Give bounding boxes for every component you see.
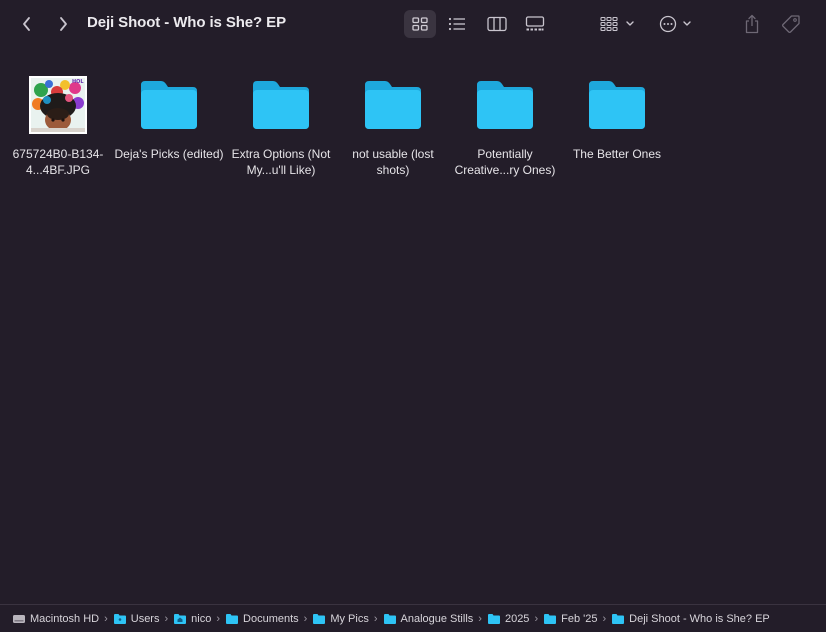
chevron-right-icon [60,17,67,31]
crumb-label: Macintosh HD [30,612,100,625]
folder-icon [337,70,449,140]
hard-drive-icon [12,613,26,625]
folder-icon [449,70,561,140]
folder-icon [543,613,557,625]
tag-icon [782,15,800,33]
path-crumb-documents[interactable]: Documents [225,613,299,625]
share-icon [745,14,759,34]
users-folder-icon [113,613,127,625]
view-switcher [404,10,551,38]
grid-icon [412,17,428,31]
back-button[interactable] [15,12,39,36]
forward-button[interactable] [51,12,75,36]
image-thumbnail-icon: HOL [29,76,87,134]
path-crumb-feb-25[interactable]: Feb '25 [543,613,597,625]
gallery-view-button[interactable] [519,10,551,38]
finder-window: Deji Shoot - Who is She? EP HOL 675724B0… [0,0,826,632]
folder-icon [487,613,501,625]
crumb-label: nico [191,612,212,625]
crumb-label: Feb '25 [561,612,598,625]
path-crumb-analogue-stills[interactable]: Analogue Stills [383,612,474,625]
icon-view-button[interactable] [404,10,436,38]
file-label: 675724B0-B134-4...4BF.JPG [12,147,104,177]
group-grid-icon [600,16,634,32]
folder-item[interactable]: Deja's Picks (edited) [113,70,225,162]
path-crumb-2025[interactable]: 2025 [487,613,529,625]
folder-label: The Better Ones [572,147,662,161]
chevron-right-icon: › [164,612,169,625]
folder-icon [383,613,397,625]
chevron-right-icon: › [104,612,108,625]
crumb-label: Documents [243,612,299,625]
path-crumb-nico[interactable]: nico [173,613,211,625]
list-view-button[interactable] [441,10,473,38]
columns-icon [487,16,507,32]
column-view-button[interactable] [481,10,513,38]
crumb-label: Deji Shoot - Who is She? EP [629,612,770,625]
toolbar: Deji Shoot - Who is She? EP [0,0,826,48]
folder-item[interactable]: not usable (lost shots) [337,70,449,178]
crumb-label: Users [130,612,160,625]
image-thumbnail: HOL [2,70,114,140]
chevron-left-icon [23,17,30,31]
chevron-right-icon: › [534,612,539,625]
group-by-button[interactable] [598,10,638,38]
tag-button[interactable] [778,10,804,38]
folder-label: Extra Options (Not My...u'll Like) [231,147,331,177]
crumb-label: 2025 [504,612,530,625]
folder-icon [225,70,337,140]
path-crumb-users[interactable]: Users [113,612,160,625]
gallery-icon [525,16,545,31]
path-bar: Macintosh HD › Users › nico › Documents … [0,604,826,632]
svg-text:HOL: HOL [72,79,84,85]
action-menu-button[interactable] [657,10,695,38]
chevron-right-icon: › [602,612,607,625]
path-crumb-my-pics[interactable]: My Pics [312,613,369,625]
folder-icon [312,613,326,625]
folder-label: not usable (lost shots) [352,147,434,177]
folder-item[interactable]: Potentially Creative...ry Ones) [449,70,561,178]
home-folder-icon [173,613,187,625]
window-title: Deji Shoot - Who is She? EP [87,14,286,31]
folder-label: Potentially Creative...ry Ones) [454,147,556,177]
chevron-down-icon [626,21,634,26]
folder-item[interactable]: The Better Ones [561,70,673,162]
chevron-right-icon: › [216,612,221,625]
file-item[interactable]: HOL 675724B0-B134-4...4BF.JPG [2,70,114,178]
crumb-label: Analogue Stills [400,612,474,625]
crumb-label: My Pics [330,612,369,625]
folder-icon [113,70,225,140]
folder-item[interactable]: Extra Options (Not My...u'll Like) [225,70,337,178]
path-crumb-current-folder[interactable]: Deji Shoot - Who is She? EP [611,613,770,625]
path-crumb-macintosh-hd[interactable]: Macintosh HD [12,613,99,625]
chevron-right-icon: › [373,612,378,625]
chevron-right-icon: › [303,612,308,625]
share-button[interactable] [740,10,764,38]
folder-icon [561,70,673,140]
folder-icon [225,613,239,625]
ellipsis-circle-icon [659,15,691,33]
folder-icon [611,613,625,625]
list-icon [448,17,465,31]
chevron-right-icon: › [478,612,482,625]
folder-label: Deja's Picks (edited) [114,147,224,161]
